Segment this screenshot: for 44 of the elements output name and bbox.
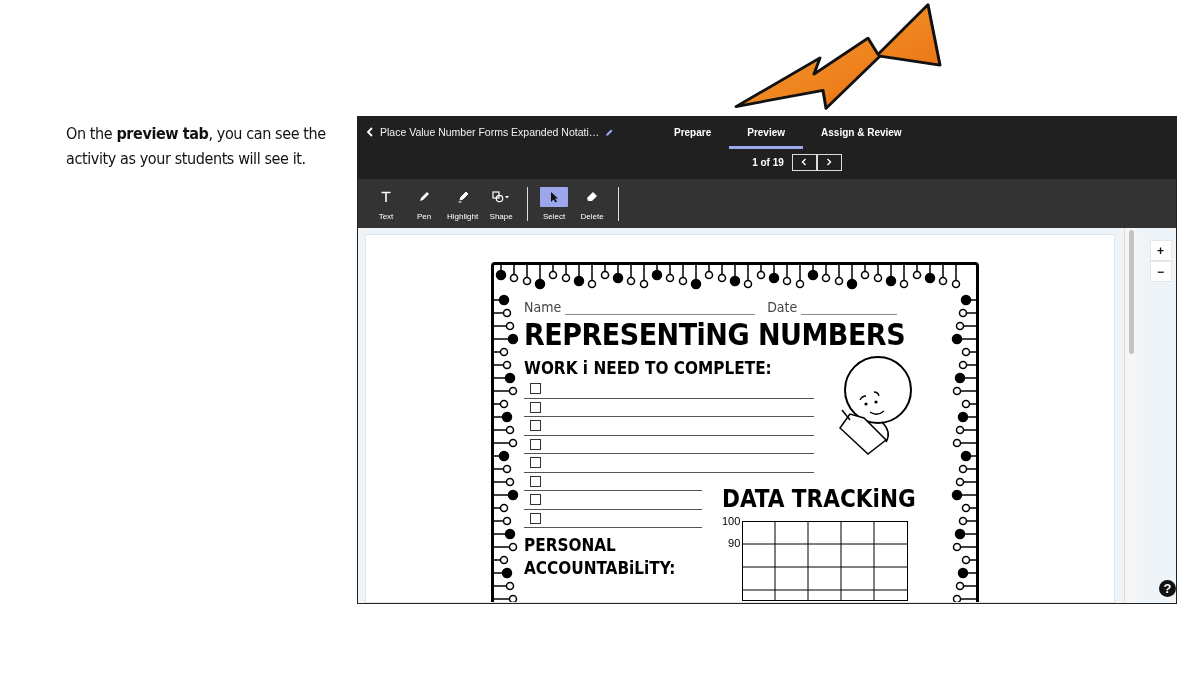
checkbox[interactable] [530,383,541,395]
checkbox[interactable] [530,494,541,506]
text-icon [380,190,392,203]
back-icon[interactable] [366,127,374,137]
checkbox[interactable] [530,457,541,469]
checkbox[interactable] [530,512,541,524]
name-label: Name [524,299,562,315]
tool-button[interactable]: Pen [406,186,442,221]
zoom-button[interactable]: − [1149,261,1172,282]
axis-label: 90 [727,536,741,549]
help-button[interactable]: ? [1159,580,1176,597]
shapes-icon [492,190,511,203]
chevron-right-icon [826,158,833,166]
axis-label: 100 [722,514,741,527]
section-heading: DATA TRACKiNG [722,484,916,513]
pencil-icon[interactable] [605,127,615,137]
checkbox[interactable] [530,401,541,413]
section-heading: WORK i NEED TO COMPLETE: [524,358,773,378]
section-heading: PERSONAL ACCOUNTABiLiTY: [524,534,677,580]
cursor-icon [548,190,561,203]
caption-text: On the preview tab, you can see the activity as your students will see it. [65,123,327,170]
tab[interactable]: Prepare [656,118,730,149]
activity-title: Place Value Number Forms Expanded Notati… [380,126,600,138]
tool-button[interactable]: Delete [574,186,611,221]
next-button[interactable] [816,153,842,171]
eraser-icon [585,190,599,203]
checkbox[interactable] [530,475,541,487]
pencil-icon [418,190,430,203]
tool-button[interactable]: Select [536,186,573,221]
tab[interactable]: Preview [729,118,804,149]
tool-button[interactable]: Highlight [444,186,482,221]
highlighter-icon [456,190,469,203]
page-counter: 1 of 19 [752,156,784,168]
checkbox[interactable] [530,420,541,432]
tab[interactable]: Assign & Review [803,118,920,149]
previous-button[interactable] [791,153,817,171]
tool-button[interactable]: Shape [483,186,520,221]
date-label: Date [767,299,798,315]
chevron-left-icon [801,158,808,166]
scrollbar-thumb[interactable] [1128,230,1134,354]
tool-button[interactable]: Text [368,186,404,221]
zoom-button[interactable]: + [1149,240,1172,261]
checkbox[interactable] [530,438,541,450]
worksheet-title: REPRESENTiNG NUMBERS [524,317,907,352]
